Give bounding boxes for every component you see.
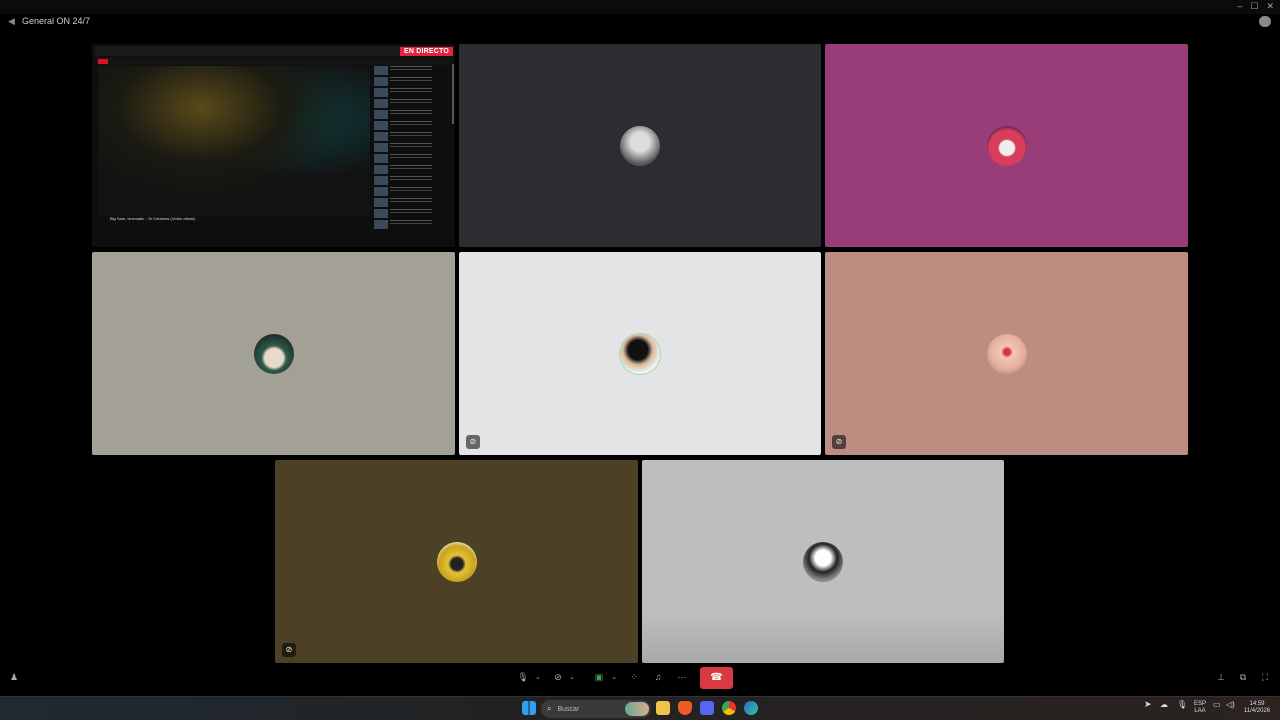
speaker-icon: ◀ bbox=[8, 15, 15, 26]
taskbar-search[interactable]: ⌕ Buscar bbox=[541, 700, 651, 718]
browser-toolbar bbox=[95, 57, 452, 65]
more-options-button[interactable]: ⋯ bbox=[675, 669, 689, 685]
avatar bbox=[986, 125, 1027, 166]
screenshare-options-chevron-icon[interactable]: ⌄ bbox=[609, 669, 619, 685]
participant-tile[interactable]: ⊘ bbox=[275, 460, 638, 663]
fullscreen-icon[interactable]: ⛶ bbox=[1259, 669, 1271, 685]
language-indicator[interactable]: ESP LAA bbox=[1192, 701, 1208, 715]
participant-tile[interactable]: ⊘ bbox=[825, 252, 1188, 455]
search-highlight-image bbox=[625, 702, 649, 716]
popout-icon[interactable]: ⧉ bbox=[1237, 669, 1249, 685]
camera-off-button[interactable]: ⊘ bbox=[551, 669, 565, 685]
window-controls: – ☐ ✕ bbox=[1237, 0, 1274, 12]
clock[interactable]: 14:59 11/4/2026 bbox=[1240, 701, 1274, 715]
disconnect-button[interactable]: ☎ bbox=[700, 667, 733, 689]
microphone-button[interactable]: 🎙 bbox=[516, 669, 530, 685]
avatar bbox=[253, 333, 294, 374]
os-taskbar: ⌕ Buscar ➤ ☁ 🎙 ESP LAA ▭ ◁) 14:59 11/4/2… bbox=[0, 696, 1280, 720]
activities-button[interactable]: ⁘ bbox=[627, 669, 641, 685]
avatar bbox=[436, 541, 477, 582]
avatar bbox=[986, 333, 1027, 374]
maximize-button[interactable]: ☐ bbox=[1250, 0, 1258, 12]
recommendations-list bbox=[374, 66, 432, 244]
minimize-button[interactable]: – bbox=[1237, 0, 1242, 12]
participant-tile[interactable] bbox=[825, 44, 1188, 247]
cursor-icon: ➤ bbox=[1144, 699, 1152, 709]
windows-start-icon[interactable] bbox=[522, 701, 536, 715]
participant-tile[interactable] bbox=[92, 252, 455, 455]
screenshare-tile[interactable]: Big Sam, cinematic - Te Creamos (Vídeo o… bbox=[92, 44, 455, 247]
participant-tile[interactable] bbox=[642, 460, 1004, 663]
avatar bbox=[620, 333, 660, 374]
scrollbar bbox=[452, 64, 454, 124]
invite-icon[interactable]: ♟ bbox=[8, 669, 20, 685]
screenshare-button[interactable]: ▣ bbox=[592, 669, 606, 685]
participant-tile[interactable]: ⊘ bbox=[459, 252, 821, 455]
layout-code: LAA bbox=[1194, 708, 1206, 714]
browser-address-bar bbox=[95, 46, 452, 56]
camera-off-icon: ⊘ bbox=[466, 435, 480, 449]
camera-off-icon: ⊘ bbox=[832, 435, 846, 449]
edge-icon[interactable] bbox=[744, 701, 758, 715]
avatar bbox=[620, 125, 660, 166]
mic-tray-icon[interactable]: 🎙 bbox=[1177, 701, 1187, 709]
participant-tile[interactable] bbox=[459, 44, 821, 247]
pin-icon[interactable]: ⊥ bbox=[1215, 669, 1227, 685]
avatar bbox=[803, 541, 843, 582]
shared-video-title: Big Sam, cinematic - Te Creamos (Vídeo o… bbox=[110, 216, 195, 221]
clock-date: 11/4/2026 bbox=[1243, 708, 1271, 714]
voice-channel-header: ◀ General ON 24/7 bbox=[8, 16, 90, 26]
channel-name: General ON 24/7 bbox=[22, 16, 91, 26]
chrome-icon[interactable] bbox=[722, 701, 736, 715]
search-placeholder: Buscar bbox=[557, 705, 580, 713]
window-titlebar: – ☐ ✕ bbox=[0, 0, 1280, 14]
network-icon[interactable]: ▭ bbox=[1213, 701, 1221, 709]
volume-icon[interactable]: ◁) bbox=[1226, 701, 1235, 709]
youtube-logo-icon bbox=[98, 59, 108, 64]
language-code: ESP bbox=[1193, 701, 1206, 707]
microphone-options-chevron-icon[interactable]: ⌄ bbox=[533, 669, 543, 685]
discord-icon[interactable] bbox=[700, 701, 714, 715]
chat-icon[interactable] bbox=[1259, 16, 1271, 27]
camera-options-chevron-icon[interactable]: ⌄ bbox=[567, 669, 577, 685]
soundboard-button[interactable]: ♫ bbox=[651, 669, 665, 685]
call-toolbar: ♟ 🎙 ⌄ ⊘ ⌄ ▣ ⌄ ⁘ ♫ ⋯ ☎ ⊥ ⧉ ⛶ bbox=[0, 664, 1280, 690]
brave-browser-icon[interactable] bbox=[678, 701, 692, 715]
camera-off-icon: ⊘ bbox=[282, 643, 296, 657]
close-button[interactable]: ✕ bbox=[1266, 0, 1274, 12]
search-icon: ⌕ bbox=[547, 704, 552, 713]
file-explorer-icon[interactable] bbox=[656, 701, 670, 715]
shared-video-area bbox=[98, 66, 370, 216]
onedrive-icon[interactable]: ☁ bbox=[1160, 701, 1168, 709]
live-badge: EN DIRECTO bbox=[399, 47, 453, 56]
clock-time: 14:59 bbox=[1249, 701, 1265, 707]
